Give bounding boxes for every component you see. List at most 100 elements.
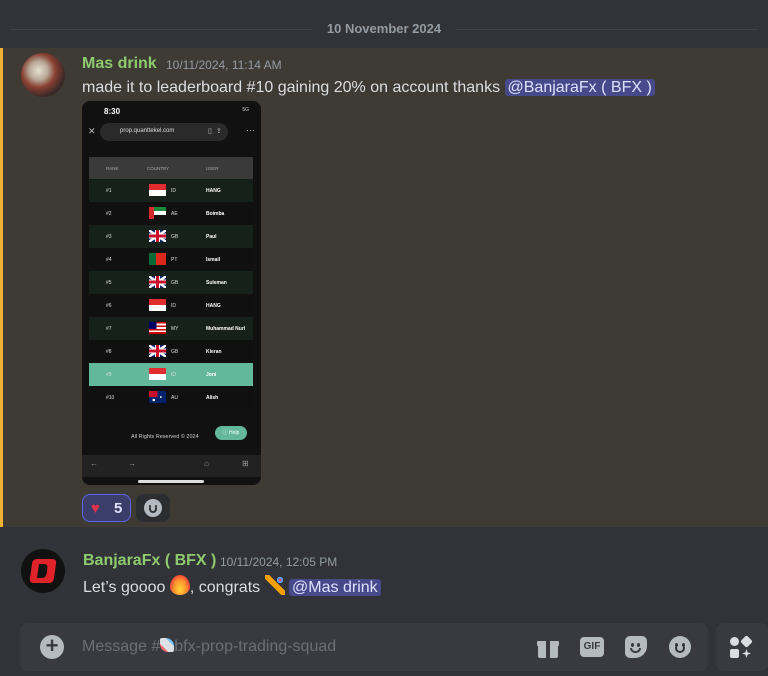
rank-cell: #7 [106,326,112,332]
rank-cell: #8 [106,349,112,355]
flag-icon [149,207,166,219]
party-popper-emoji-icon [264,575,285,595]
back-icon: ← [90,459,98,468]
rank-cell: #2 [106,211,112,217]
message-composer[interactable]: + Message # bfx-prop-trading-squad GIF [20,623,708,671]
date-divider: 10 November 2024 [0,14,768,44]
country-cell: ID [171,188,176,194]
country-cell: AU [171,395,178,401]
flag-icon [149,345,166,357]
avatar[interactable] [21,549,65,593]
phone-status-time: 8:30 [104,107,121,116]
flag-icon [149,391,166,403]
country-cell: MY [171,326,179,332]
country-cell: ID [171,303,176,309]
country-cell: AE [171,211,178,217]
bookmark-share-icon: ▯⇪ [208,128,226,135]
browser-navbar [82,455,261,477]
column-header: USER [206,166,219,171]
fire-emoji-icon [169,575,190,595]
add-emoji-icon [144,499,162,517]
reaction-count: 5 [114,500,123,517]
user-mention[interactable]: @BanjaraFx ( BFX ) [504,79,655,96]
author-name[interactable]: Mas drink [82,55,157,73]
rocket-icon [160,638,175,652]
leaderboard-table: RANK COUNTRY USER #1 ID HANG #2 AE Boimba #3 GB… [89,157,253,409]
close-icon: ✕ [88,126,96,136]
message-text: Let’s goooo , congrats @Mas drink [83,575,381,597]
rank-cell: #9 [106,372,112,378]
rank-cell: #3 [106,234,112,240]
message-body: made it to leaderboard #10 gaining 20% o… [82,79,505,96]
date-divider-text: 10 November 2024 [312,21,456,36]
message-body-cont: , congrats [189,579,265,596]
user-cell: Alish [206,395,219,401]
country-cell: PT [171,257,178,263]
table-row: #4 PT Ismail [89,248,253,271]
user-cell: Suleman [206,280,227,286]
user-cell: Muhammad Nurl [206,326,246,332]
message-timestamp[interactable]: 10/11/2024, 11:14 AM [166,58,282,72]
message-input[interactable]: Message # bfx-prop-trading-squad [82,638,336,656]
channel-name: bfx-prop-trading-squad [174,638,337,655]
table-row: #6 ID HANG [89,294,253,317]
user-cell: HANG [206,303,221,309]
gift-icon[interactable] [536,635,560,659]
sticker-icon[interactable] [624,635,648,659]
table-header: RANK COUNTRY USER [89,157,253,179]
user-cell: Ismail [206,257,221,263]
help-label: Help [229,430,240,436]
message-mas-drink[interactable]: Mas drink 10/11/2024, 11:14 AM made it t… [0,48,768,527]
user-cell: Boimba [206,211,225,217]
table-row: #1 ID HANG [89,179,253,202]
flag-icon [149,299,166,311]
add-reaction-button[interactable] [136,494,170,522]
column-header: RANK [106,166,119,171]
country-cell: GB [171,280,179,286]
user-cell: Kieran [206,349,222,355]
reaction-heart[interactable]: ♥ 5 [82,494,131,522]
heart-icon: ♥ [91,500,100,517]
message-body: Let’s goooo [83,579,170,596]
table-row: #7 MY Muhammad Nurl [89,317,253,340]
table-row: #5 GB Suleman [89,271,253,294]
smiley-face [669,636,691,658]
user-mention[interactable]: @Mas drink [289,579,381,596]
home-indicator [138,480,204,483]
more-icon: ⋯ [246,125,255,135]
phone-signal: 5G [242,107,249,113]
rank-cell: #4 [106,257,112,263]
emoji-icon[interactable] [668,635,692,659]
rank-cell: #6 [106,303,112,309]
message-timestamp[interactable]: 10/11/2024, 12:05 PM [220,555,337,569]
country-cell: ID [171,372,176,378]
message-text: made it to leaderboard #10 gaining 20% o… [82,79,655,97]
column-header: COUNTRY [147,166,170,171]
rank-cell: #5 [106,280,112,286]
image-attachment[interactable]: 8:30 5G ✕ prop.quanttekel.com ▯⇪ ⋯ RANK … [82,101,261,485]
flag-icon [149,322,166,334]
plus-icon[interactable]: + [40,635,64,659]
country-cell: GB [171,349,179,355]
country-cell: GB [171,234,179,240]
table-row: #3 GB Paul [89,225,253,248]
flag-icon [149,276,166,288]
table-row: #10 AU Alish [89,386,253,409]
flag-icon [149,368,166,380]
footer-text: All Rights Reserved © 2024 [131,434,199,440]
apps-icon[interactable] [716,623,768,671]
table-row: #9 ID Joni [89,363,253,386]
rank-cell: #1 [106,188,112,194]
author-name[interactable]: BanjaraFx ( BFX ) [83,552,216,570]
forward-icon: → [128,459,136,468]
user-cell: Paul [206,234,217,240]
avatar[interactable] [21,53,65,97]
table-row: #2 AE Boimba [89,202,253,225]
user-cell: HANG [206,188,221,194]
flag-icon [149,253,166,265]
tabs-icon: ⊞ [242,459,249,468]
table-row: #8 GB Kieran [89,340,253,363]
gif-icon[interactable]: GIF [580,635,604,659]
flag-icon [149,184,166,196]
placeholder-prefix: Message # [82,638,161,655]
